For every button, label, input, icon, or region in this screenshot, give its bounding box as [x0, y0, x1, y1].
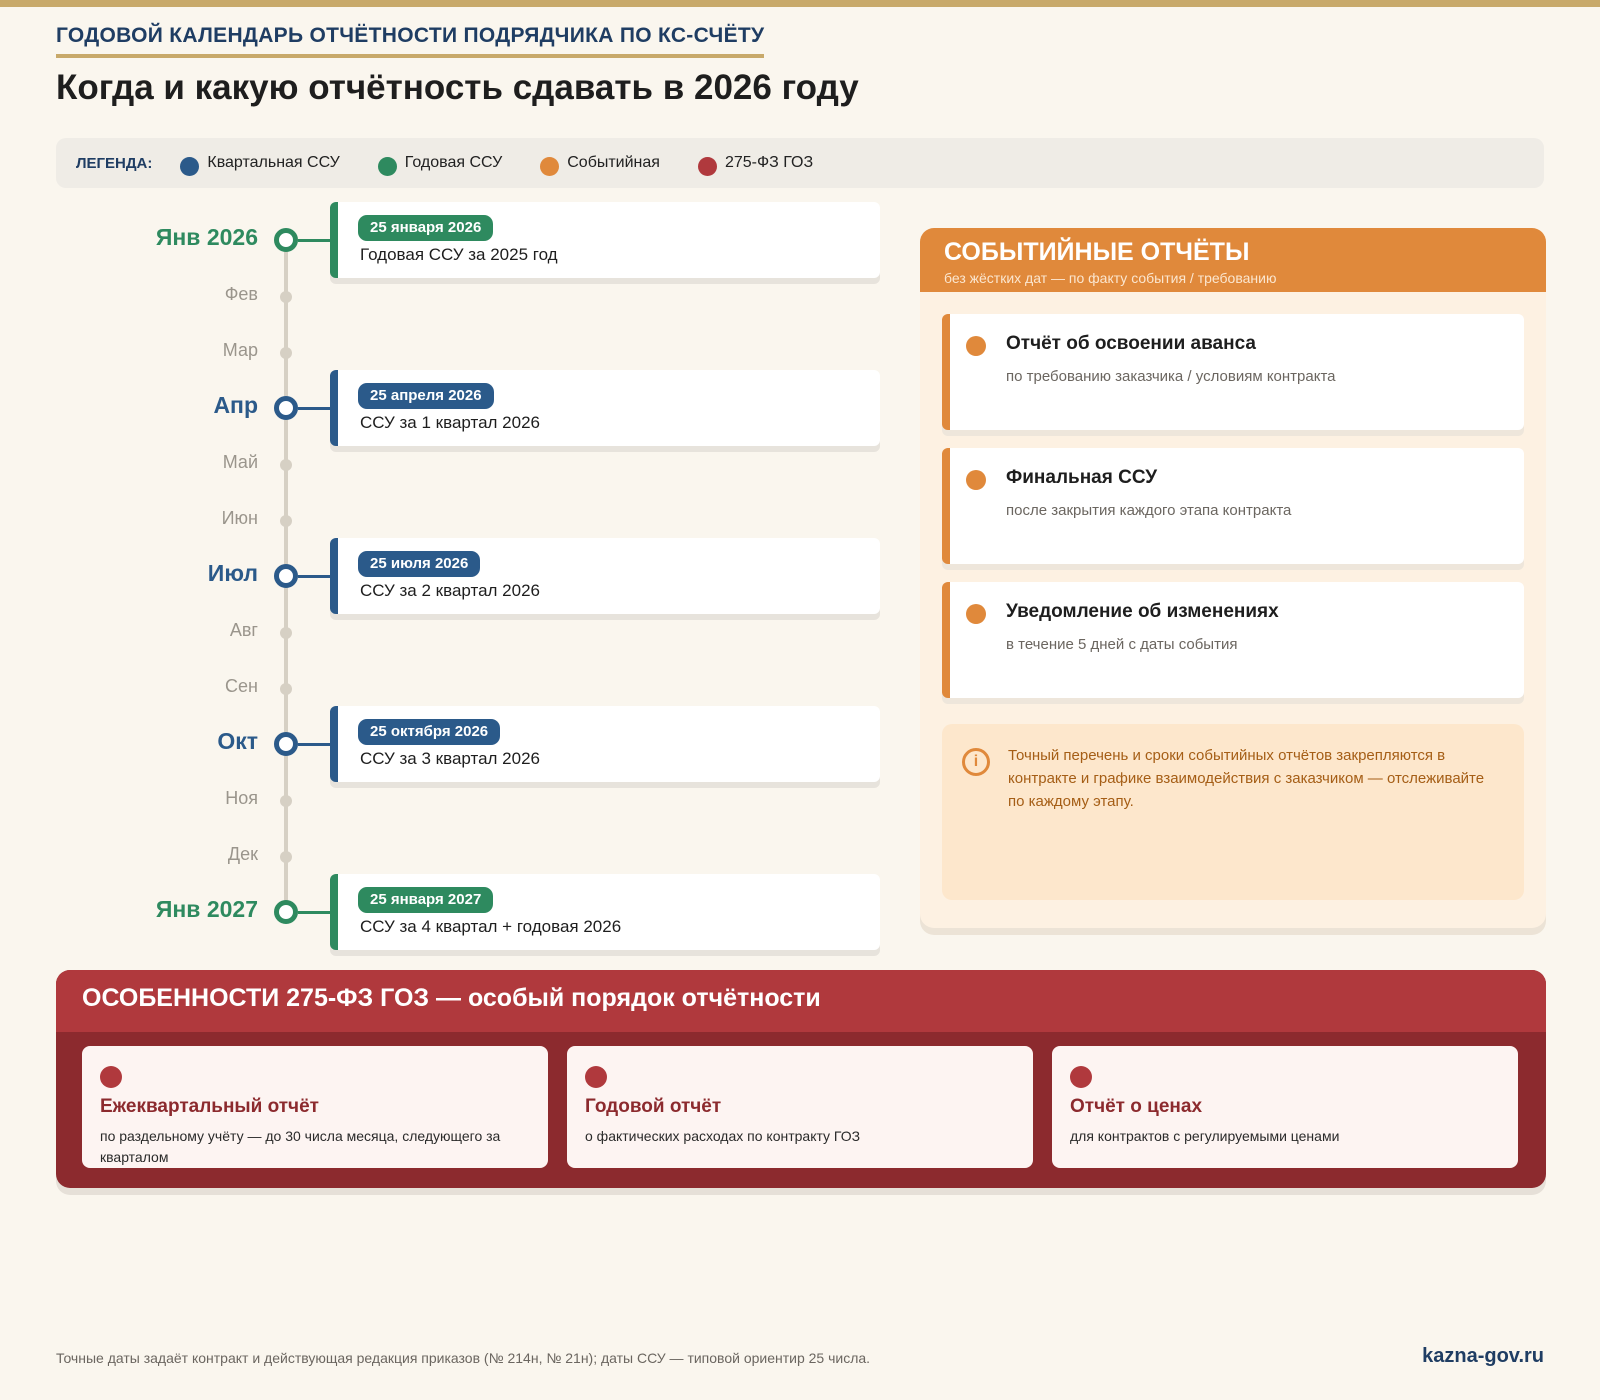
deadline-card-annual: 25 января 2027 ССУ за 4 квартал + годова… — [330, 874, 880, 950]
goz-card-title: Отчёт о ценах — [1070, 1096, 1203, 1117]
date-badge: 25 июля 2026 — [358, 551, 481, 577]
page-kicker: ГОДОВОЙ КАЛЕНДАРЬ ОТЧЁТНОСТИ ПОДРЯДЧИКА … — [56, 24, 765, 58]
event-panel-title: СОБЫТИЙНЫЕ ОТЧЁТЫ — [944, 238, 1250, 266]
deadline-text: Годовая ССУ за 2025 год — [360, 245, 558, 264]
event-dot-icon — [966, 604, 986, 624]
month-tick — [280, 627, 292, 639]
timeline-node-quarterly — [274, 732, 298, 756]
deadline-card-quarterly: 25 июля 2026 ССУ за 2 квартал 2026 — [330, 538, 880, 614]
timeline-connector — [298, 239, 330, 242]
timeline-node-annual — [274, 228, 298, 252]
month-label-dec: Дек — [227, 844, 258, 864]
timeline-node-quarterly — [274, 564, 298, 588]
event-panel-subtitle: без жёстких дат — по факту события / тре… — [944, 270, 1277, 286]
legend: ЛЕГЕНДА: Квартальная ССУ Годовая ССУ Соб… — [56, 138, 1544, 188]
month-label-apr: Апр — [213, 392, 258, 418]
quarterly-dot-icon — [180, 156, 200, 176]
event-card: Отчёт об освоении аванса по требованию з… — [942, 314, 1524, 430]
event-card-title: Отчёт об освоении аванса — [1006, 333, 1256, 354]
event-card-subtitle: по требованию заказчика / условиям контр… — [1006, 368, 1336, 385]
month-label-may: Май — [222, 452, 258, 472]
page-title: Когда и какую отчётность сдавать в 2026 … — [56, 68, 859, 107]
date-badge: 25 апреля 2026 — [358, 383, 494, 409]
event-card: Финальная ССУ после закрытия каждого эта… — [942, 448, 1524, 564]
goz-dot-icon — [697, 156, 717, 176]
goz-dot-icon — [100, 1066, 122, 1088]
deadline-card-quarterly: 25 апреля 2026 ССУ за 1 квартал 2026 — [330, 370, 880, 446]
legend-label: 275-ФЗ ГОЗ — [724, 154, 814, 171]
goz-card-subtitle: о фактических расходах по контракту ГОЗ — [585, 1128, 861, 1144]
month-label-feb: Фев — [224, 284, 258, 304]
legend-label: Событийная — [567, 154, 660, 171]
event-dot-icon — [966, 470, 986, 490]
event-note-text: Точный перечень и сроки событийных отчёт… — [1008, 747, 1485, 810]
event-card-title: Финальная ССУ — [1006, 467, 1158, 488]
goz-card: Ежеквартальный отчёт по раздельному учёт… — [82, 1046, 548, 1168]
timeline-node-quarterly — [274, 396, 298, 420]
month-label-jul: Июл — [207, 560, 258, 586]
month-label-jun: Июн — [221, 508, 258, 528]
month-label-jan-2027: Янв 2027 — [155, 896, 258, 922]
event-card: Уведомление об изменениях в течение 5 дн… — [942, 582, 1524, 698]
timeline-node-annual — [274, 900, 298, 924]
goz-dot-icon — [585, 1066, 607, 1088]
goz-dot-icon — [1070, 1066, 1092, 1088]
month-label-oct: Окт — [217, 728, 258, 754]
legend-item-annual: Годовая ССУ — [377, 151, 503, 176]
goz-header: ОСОБЕННОСТИ 275-ФЗ ГОЗ — особый порядок … — [56, 970, 1546, 1032]
footer-note: Точные даты задаёт контракт и действующа… — [56, 1350, 871, 1366]
month-tick — [280, 459, 292, 471]
month-label-jan-2026: Янв 2026 — [155, 224, 258, 250]
date-badge: 25 января 2026 — [358, 215, 494, 241]
event-dot-icon — [540, 156, 560, 176]
timeline-connector — [298, 911, 330, 914]
event-reports-panel: СОБЫТИЙНЫЕ ОТЧЁТЫ без жёстких дат — по ф… — [920, 228, 1546, 928]
goz-card-subtitle: по раздельному учёту — до 30 числа месяц… — [100, 1128, 501, 1165]
event-note: i Точный перечень и сроки событийных отч… — [942, 724, 1524, 900]
legend-label: Годовая ССУ — [404, 154, 503, 171]
date-badge: 25 октября 2026 — [358, 719, 501, 745]
event-dot-icon — [966, 336, 986, 356]
event-card-subtitle: после закрытия каждого этапа контракта — [1006, 502, 1292, 519]
month-label-nov: Ноя — [225, 788, 258, 808]
goz-card-title: Годовой отчёт — [585, 1096, 722, 1117]
timeline-connector — [298, 407, 330, 410]
footer-site-link[interactable]: kazna-gov.ru — [1422, 1345, 1544, 1368]
annual-dot-icon — [377, 156, 397, 176]
goz-section: ОСОБЕННОСТИ 275-ФЗ ГОЗ — особый порядок … — [56, 970, 1546, 1188]
month-label-aug: Авг — [229, 620, 258, 640]
goz-card-subtitle: для контрактов с регулируемыми ценами — [1070, 1128, 1340, 1144]
deadline-card-annual: 25 января 2026 Годовая ССУ за 2025 год — [330, 202, 880, 278]
goz-card: Отчёт о ценах для контрактов с регулируе… — [1052, 1046, 1518, 1168]
deadline-text: ССУ за 2 квартал 2026 — [360, 581, 540, 600]
deadline-text: ССУ за 4 квартал + годовая 2026 — [360, 917, 622, 936]
goz-card-title: Ежеквартальный отчёт — [100, 1096, 319, 1117]
legend-item-quarterly: Квартальная ССУ — [180, 151, 340, 176]
deadline-text: ССУ за 3 квартал 2026 — [360, 749, 540, 768]
goz-card: Годовой отчёт о фактических расходах по … — [567, 1046, 1033, 1168]
legend-item-goz: 275-ФЗ ГОЗ — [697, 151, 814, 176]
timeline-connector — [298, 743, 330, 746]
month-tick — [280, 515, 292, 527]
info-icon: i — [962, 748, 990, 776]
legend-title: ЛЕГЕНДА: — [76, 154, 153, 172]
event-panel-header: СОБЫТИЙНЫЕ ОТЧЁТЫ без жёстких дат — по ф… — [920, 228, 1546, 292]
top-accent-bar — [0, 0, 1600, 7]
month-label-mar: Мар — [222, 340, 258, 360]
timeline-connector — [298, 575, 330, 578]
legend-label: Квартальная ССУ — [207, 154, 340, 171]
month-label-sep: Сен — [225, 676, 258, 696]
event-card-subtitle: в течение 5 дней с даты события — [1006, 636, 1238, 653]
deadline-text: ССУ за 1 квартал 2026 — [360, 413, 540, 432]
month-tick — [280, 851, 292, 863]
month-tick — [280, 347, 292, 359]
date-badge: 25 января 2027 — [358, 887, 494, 913]
month-tick — [280, 683, 292, 695]
month-tick — [280, 795, 292, 807]
month-tick — [280, 291, 292, 303]
deadline-card-quarterly: 25 октября 2026 ССУ за 3 квартал 2026 — [330, 706, 880, 782]
event-card-title: Уведомление об изменениях — [1006, 601, 1279, 622]
legend-item-event: Событийная — [540, 151, 660, 176]
goz-title: ОСОБЕННОСТИ 275-ФЗ ГОЗ — особый порядок … — [82, 984, 821, 1012]
